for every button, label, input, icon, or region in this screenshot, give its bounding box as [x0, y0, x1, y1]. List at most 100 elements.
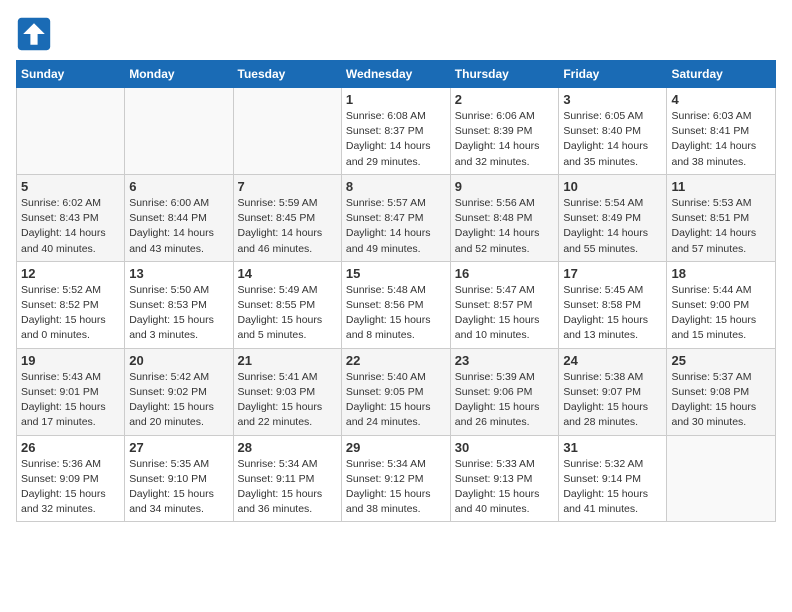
day-number: 20 [129, 353, 228, 368]
day-info: Sunrise: 6:00 AM Sunset: 8:44 PM Dayligh… [129, 196, 228, 257]
calendar-cell: 2 Sunrise: 6:06 AM Sunset: 8:39 PM Daylig… [450, 88, 559, 175]
calendar-cell: 13 Sunrise: 5:50 AM Sunset: 8:53 PM Dayli… [125, 261, 233, 348]
day-info: Sunrise: 5:40 AM Sunset: 9:05 PM Dayligh… [346, 370, 446, 431]
day-number: 8 [346, 179, 446, 194]
day-info: Sunrise: 5:36 AM Sunset: 9:09 PM Dayligh… [21, 457, 120, 518]
logo [16, 16, 58, 52]
calendar-cell: 4Sunrise: 6:03 AM Sunset: 8:41 PM Daylig… [667, 88, 776, 175]
day-info: Sunrise: 5:34 AM Sunset: 9:12 PM Dayligh… [346, 457, 446, 518]
calendar-table: SundayMondayTuesdayWednesdayThursdayFrid… [16, 60, 776, 522]
day-info: Sunrise: 6:03 AM Sunset: 8:41 PM Dayligh… [671, 109, 771, 170]
day-number: 18 [671, 266, 771, 281]
day-number: 16 [455, 266, 555, 281]
calendar-week-5: 26 Sunrise: 5:36 AM Sunset: 9:09 PM Dayli… [17, 435, 776, 522]
calendar-cell: 24 Sunrise: 5:38 AM Sunset: 9:07 PM Dayli… [559, 348, 667, 435]
page-header [16, 16, 776, 52]
calendar-week-1: 1Sunrise: 6:08 AM Sunset: 8:37 PM Daylig… [17, 88, 776, 175]
calendar-cell: 11 Sunrise: 5:53 AM Sunset: 8:51 PM Dayli… [667, 174, 776, 261]
weekday-header-tuesday: Tuesday [233, 61, 341, 88]
calendar-week-3: 12 Sunrise: 5:52 AM Sunset: 8:52 PM Dayli… [17, 261, 776, 348]
weekday-header-row: SundayMondayTuesdayWednesdayThursdayFrid… [17, 61, 776, 88]
day-number: 24 [563, 353, 662, 368]
calendar-cell: 27Sunrise: 5:35 AM Sunset: 9:10 PM Dayli… [125, 435, 233, 522]
day-number: 26 [21, 440, 120, 455]
calendar-cell: 12 Sunrise: 5:52 AM Sunset: 8:52 PM Dayli… [17, 261, 125, 348]
calendar-cell: 17 Sunrise: 5:45 AM Sunset: 8:58 PM Dayli… [559, 261, 667, 348]
day-number: 30 [455, 440, 555, 455]
weekday-header-monday: Monday [125, 61, 233, 88]
day-number: 28 [238, 440, 337, 455]
day-info: Sunrise: 5:37 AM Sunset: 9:08 PM Dayligh… [671, 370, 771, 431]
day-number: 12 [21, 266, 120, 281]
day-number: 15 [346, 266, 446, 281]
calendar-week-4: 19Sunrise: 5:43 AM Sunset: 9:01 PM Dayli… [17, 348, 776, 435]
calendar-week-2: 5Sunrise: 6:02 AM Sunset: 8:43 PM Daylig… [17, 174, 776, 261]
calendar-cell: 19Sunrise: 5:43 AM Sunset: 9:01 PM Dayli… [17, 348, 125, 435]
day-info: Sunrise: 5:34 AM Sunset: 9:11 PM Dayligh… [238, 457, 337, 518]
day-number: 29 [346, 440, 446, 455]
calendar-cell: 18Sunrise: 5:44 AM Sunset: 9:00 PM Dayli… [667, 261, 776, 348]
day-info: Sunrise: 5:54 AM Sunset: 8:49 PM Dayligh… [563, 196, 662, 257]
day-info: Sunrise: 6:05 AM Sunset: 8:40 PM Dayligh… [563, 109, 662, 170]
weekday-header-friday: Friday [559, 61, 667, 88]
day-number: 19 [21, 353, 120, 368]
calendar-cell: 15 Sunrise: 5:48 AM Sunset: 8:56 PM Dayli… [341, 261, 450, 348]
day-info: Sunrise: 5:59 AM Sunset: 8:45 PM Dayligh… [238, 196, 337, 257]
calendar-cell: 23Sunrise: 5:39 AM Sunset: 9:06 PM Dayli… [450, 348, 559, 435]
day-number: 23 [455, 353, 555, 368]
calendar-cell [667, 435, 776, 522]
day-info: Sunrise: 6:08 AM Sunset: 8:37 PM Dayligh… [346, 109, 446, 170]
calendar-cell: 16 Sunrise: 5:47 AM Sunset: 8:57 PM Dayli… [450, 261, 559, 348]
weekday-header-sunday: Sunday [17, 61, 125, 88]
day-info: Sunrise: 5:50 AM Sunset: 8:53 PM Dayligh… [129, 283, 228, 344]
day-info: Sunrise: 5:56 AM Sunset: 8:48 PM Dayligh… [455, 196, 555, 257]
day-info: Sunrise: 5:41 AM Sunset: 9:03 PM Dayligh… [238, 370, 337, 431]
day-info: Sunrise: 5:48 AM Sunset: 8:56 PM Dayligh… [346, 283, 446, 344]
day-number: 3 [563, 92, 662, 107]
day-info: Sunrise: 5:38 AM Sunset: 9:07 PM Dayligh… [563, 370, 662, 431]
day-number: 25 [671, 353, 771, 368]
calendar-cell: 3 Sunrise: 6:05 AM Sunset: 8:40 PM Daylig… [559, 88, 667, 175]
calendar-cell: 20 Sunrise: 5:42 AM Sunset: 9:02 PM Dayli… [125, 348, 233, 435]
calendar-cell: 9 Sunrise: 5:56 AM Sunset: 8:48 PM Daylig… [450, 174, 559, 261]
day-info: Sunrise: 5:33 AM Sunset: 9:13 PM Dayligh… [455, 457, 555, 518]
calendar-cell: 14 Sunrise: 5:49 AM Sunset: 8:55 PM Dayli… [233, 261, 341, 348]
day-info: Sunrise: 5:47 AM Sunset: 8:57 PM Dayligh… [455, 283, 555, 344]
day-number: 14 [238, 266, 337, 281]
logo-icon [16, 16, 52, 52]
day-info: Sunrise: 5:53 AM Sunset: 8:51 PM Dayligh… [671, 196, 771, 257]
weekday-header-wednesday: Wednesday [341, 61, 450, 88]
day-number: 21 [238, 353, 337, 368]
calendar-cell: 30 Sunrise: 5:33 AM Sunset: 9:13 PM Dayli… [450, 435, 559, 522]
calendar-cell [17, 88, 125, 175]
day-info: Sunrise: 5:49 AM Sunset: 8:55 PM Dayligh… [238, 283, 337, 344]
day-info: Sunrise: 5:45 AM Sunset: 8:58 PM Dayligh… [563, 283, 662, 344]
calendar-cell: 26 Sunrise: 5:36 AM Sunset: 9:09 PM Dayli… [17, 435, 125, 522]
day-number: 9 [455, 179, 555, 194]
calendar-cell: 8 Sunrise: 5:57 AM Sunset: 8:47 PM Daylig… [341, 174, 450, 261]
day-info: Sunrise: 6:06 AM Sunset: 8:39 PM Dayligh… [455, 109, 555, 170]
day-number: 13 [129, 266, 228, 281]
day-info: Sunrise: 5:35 AM Sunset: 9:10 PM Dayligh… [129, 457, 228, 518]
weekday-header-thursday: Thursday [450, 61, 559, 88]
calendar-cell: 31Sunrise: 5:32 AM Sunset: 9:14 PM Dayli… [559, 435, 667, 522]
calendar-cell: 10Sunrise: 5:54 AM Sunset: 8:49 PM Dayli… [559, 174, 667, 261]
day-info: Sunrise: 5:42 AM Sunset: 9:02 PM Dayligh… [129, 370, 228, 431]
calendar-cell: 28 Sunrise: 5:34 AM Sunset: 9:11 PM Dayli… [233, 435, 341, 522]
calendar-cell: 22 Sunrise: 5:40 AM Sunset: 9:05 PM Dayli… [341, 348, 450, 435]
day-number: 2 [455, 92, 555, 107]
day-number: 7 [238, 179, 337, 194]
day-number: 17 [563, 266, 662, 281]
day-number: 11 [671, 179, 771, 194]
day-info: Sunrise: 5:52 AM Sunset: 8:52 PM Dayligh… [21, 283, 120, 344]
calendar-cell: 21 Sunrise: 5:41 AM Sunset: 9:03 PM Dayli… [233, 348, 341, 435]
day-number: 6 [129, 179, 228, 194]
day-info: Sunrise: 6:02 AM Sunset: 8:43 PM Dayligh… [21, 196, 120, 257]
day-number: 22 [346, 353, 446, 368]
calendar-cell: 5Sunrise: 6:02 AM Sunset: 8:43 PM Daylig… [17, 174, 125, 261]
calendar-cell: 1Sunrise: 6:08 AM Sunset: 8:37 PM Daylig… [341, 88, 450, 175]
calendar-cell: 29 Sunrise: 5:34 AM Sunset: 9:12 PM Dayli… [341, 435, 450, 522]
day-info: Sunrise: 5:32 AM Sunset: 9:14 PM Dayligh… [563, 457, 662, 518]
day-info: Sunrise: 5:57 AM Sunset: 8:47 PM Dayligh… [346, 196, 446, 257]
calendar-body: 1Sunrise: 6:08 AM Sunset: 8:37 PM Daylig… [17, 88, 776, 522]
